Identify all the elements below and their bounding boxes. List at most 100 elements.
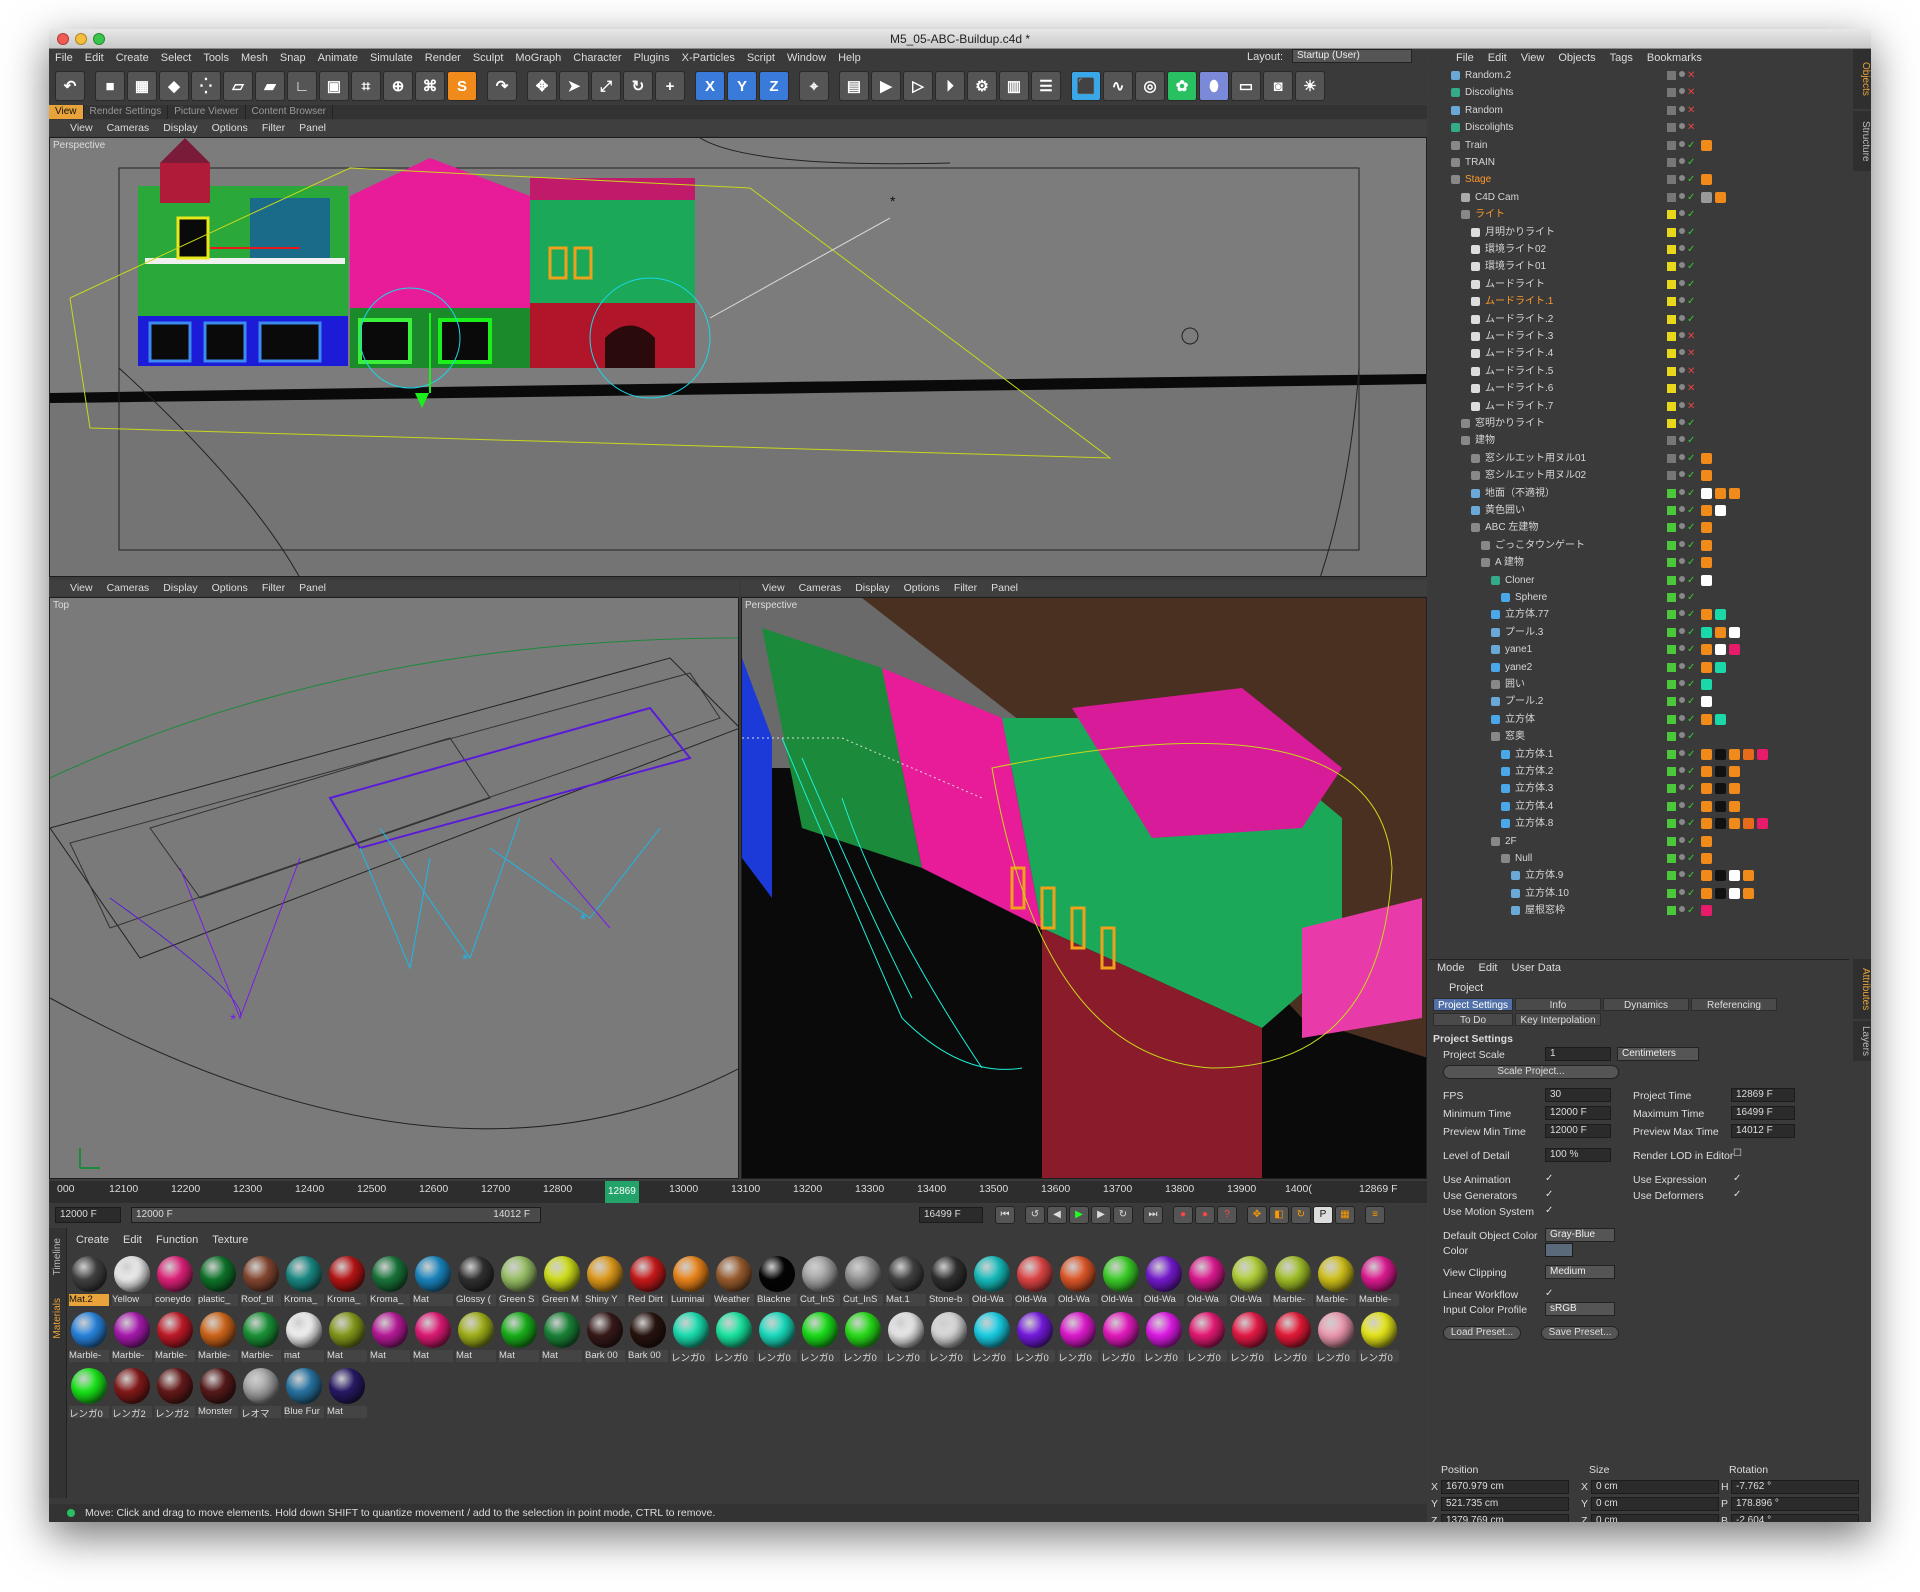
object-tag-icon[interactable] xyxy=(1715,870,1726,882)
prev-frame-button[interactable]: ◀ xyxy=(1047,1206,1067,1224)
enable-check[interactable]: ✓ xyxy=(1687,589,1695,606)
coord-field[interactable]: 0 cm xyxy=(1591,1497,1719,1511)
layer-toggle[interactable] xyxy=(1667,523,1676,533)
y-axis-icon[interactable]: Y xyxy=(727,71,757,101)
keyselection-button[interactable]: ? xyxy=(1217,1206,1237,1224)
coord-field[interactable]: -2.604 ° xyxy=(1731,1514,1859,1522)
use-generators-checkbox[interactable]: ✓ xyxy=(1545,1189,1553,1200)
layer-toggle[interactable] xyxy=(1667,854,1676,863)
visibility-dots[interactable] xyxy=(1679,627,1685,634)
object-tag-icon[interactable] xyxy=(1701,174,1712,186)
object-tag-icon[interactable] xyxy=(1701,505,1712,516)
layer-toggle[interactable] xyxy=(1667,575,1676,585)
prev-key-button[interactable]: ↺ xyxy=(1025,1206,1045,1224)
material-swatch[interactable]: Marble- xyxy=(1316,1254,1356,1306)
visibility-dots[interactable] xyxy=(1679,575,1685,582)
enable-check[interactable]: ✕ xyxy=(1687,380,1695,397)
material-swatch[interactable]: Mat xyxy=(327,1366,367,1418)
enable-check[interactable]: ✕ xyxy=(1687,398,1695,415)
enable-check[interactable]: ✓ xyxy=(1687,572,1695,589)
visibility-dots[interactable] xyxy=(1679,819,1685,826)
coord-field[interactable]: 521.735 cm xyxy=(1441,1497,1569,1511)
x-axis-icon[interactable]: X xyxy=(695,71,725,101)
layer-toggle[interactable] xyxy=(1667,262,1676,272)
vp-menu-panel[interactable]: Panel xyxy=(984,582,1025,594)
material-swatch[interactable]: レンガ0 xyxy=(1101,1310,1141,1362)
preview-range-slider[interactable]: 12000 F 14012 F xyxy=(131,1207,541,1223)
material-swatch[interactable]: Monster xyxy=(198,1366,238,1418)
obj-menu-bookmarks[interactable]: Bookmarks xyxy=(1640,52,1709,64)
material-swatch[interactable]: Blackne xyxy=(757,1254,797,1306)
enable-check[interactable]: ✓ xyxy=(1687,815,1695,832)
layer-toggle[interactable] xyxy=(1667,506,1676,515)
object-row[interactable]: C4D Cam ✓ xyxy=(1429,189,1849,206)
material-swatch[interactable]: レンガ0 xyxy=(1230,1310,1270,1362)
menu-plugins[interactable]: Plugins xyxy=(628,52,676,64)
object-tag-icon[interactable] xyxy=(1701,905,1712,917)
object-tag-icon[interactable] xyxy=(1701,783,1712,795)
object-row[interactable]: ごっこタウンゲート ✓ xyxy=(1429,537,1849,554)
obj-menu-objects[interactable]: Objects xyxy=(1551,52,1602,64)
visibility-dots[interactable] xyxy=(1679,140,1685,147)
layer-toggle[interactable] xyxy=(1667,453,1676,463)
visibility-dots[interactable] xyxy=(1679,401,1685,408)
object-tag-icon[interactable] xyxy=(1701,661,1712,673)
object-row[interactable]: 立方体.4 ✓ xyxy=(1429,798,1849,815)
enable-check[interactable]: ✓ xyxy=(1687,450,1695,467)
object-tag-icon[interactable] xyxy=(1729,748,1740,760)
menu-select[interactable]: Select xyxy=(155,52,198,64)
layout-select[interactable]: Startup (User) xyxy=(1292,49,1412,63)
enable-check[interactable]: ✓ xyxy=(1687,554,1695,571)
object-tag-icon[interactable] xyxy=(1701,748,1712,760)
menu-script[interactable]: Script xyxy=(741,52,781,64)
layer-toggle[interactable] xyxy=(1667,836,1676,846)
preview-max-field[interactable]: 14012 F xyxy=(1731,1124,1795,1138)
object-row[interactable]: 月明かりライト ✓ xyxy=(1429,224,1849,241)
object-tag-icon[interactable] xyxy=(1701,835,1712,847)
color-swatch[interactable] xyxy=(1545,1243,1573,1257)
visibility-dots[interactable] xyxy=(1679,192,1685,199)
material-swatch[interactable]: Shiny Y xyxy=(585,1254,625,1306)
material-swatch[interactable]: Old-Wa xyxy=(1187,1254,1227,1306)
side-tab-objects[interactable]: Objects xyxy=(1853,49,1871,109)
object-tag-icon[interactable] xyxy=(1701,470,1712,482)
layer-toggle[interactable] xyxy=(1667,158,1676,167)
vp-menu-view[interactable]: View xyxy=(63,582,100,594)
object-tag-icon[interactable] xyxy=(1729,870,1740,882)
enable-check[interactable]: ✓ xyxy=(1687,641,1695,658)
side-tab-materials[interactable]: Materials xyxy=(52,1298,63,1339)
start-frame-field[interactable]: 12000 F xyxy=(55,1207,121,1223)
timeline-menu-button[interactable]: ≡ xyxy=(1365,1206,1385,1224)
object-row[interactable]: 屋根窓枠 ✓ xyxy=(1429,902,1849,919)
object-row[interactable]: ムードライト.6 ✕ xyxy=(1429,380,1849,397)
object-tag-icon[interactable] xyxy=(1729,800,1740,812)
object-row[interactable]: ABC 左建物 ✓ xyxy=(1429,519,1849,536)
select-icon[interactable]: ➤ xyxy=(559,71,589,101)
object-tag-icon[interactable] xyxy=(1701,713,1712,725)
object-row[interactable]: Random ✕ xyxy=(1429,102,1849,119)
object-tag-icon[interactable] xyxy=(1729,887,1740,899)
mat-menu-create[interactable]: Create xyxy=(69,1234,116,1246)
layer-toggle[interactable] xyxy=(1667,819,1676,829)
enable-check[interactable]: ✓ xyxy=(1687,763,1695,780)
vp-menu-panel[interactable]: Panel xyxy=(292,122,333,134)
tab-info[interactable]: Info xyxy=(1515,998,1601,1011)
visibility-dots[interactable] xyxy=(1679,714,1685,721)
object-row[interactable]: ムードライト.1 ✓ xyxy=(1429,293,1849,310)
visibility-dots[interactable] xyxy=(1679,210,1685,217)
material-swatch[interactable]: Mat xyxy=(499,1310,539,1362)
model-icon[interactable]: ◆ xyxy=(159,71,189,101)
enable-check[interactable]: ✓ xyxy=(1687,798,1695,815)
object-row[interactable]: 窓シルエット用ヌル02 ✓ xyxy=(1429,467,1849,484)
object-tag-icon[interactable] xyxy=(1701,557,1712,569)
deformer-icon[interactable]: ⬮ xyxy=(1199,71,1229,101)
spline-icon[interactable]: ∿ xyxy=(1103,71,1133,101)
object-tag-icon[interactable] xyxy=(1701,191,1712,203)
object-tag-icon[interactable] xyxy=(1715,800,1726,812)
side-tab-attributes[interactable]: Attributes xyxy=(1853,959,1871,1019)
object-tag-icon[interactable] xyxy=(1715,887,1726,899)
object-row[interactable]: Train ✓ xyxy=(1429,137,1849,154)
go-start-button[interactable]: ⏮ xyxy=(995,1206,1015,1224)
points-icon[interactable]: ⁛ xyxy=(191,71,221,101)
material-swatch[interactable]: Old-Wa xyxy=(1058,1254,1098,1306)
